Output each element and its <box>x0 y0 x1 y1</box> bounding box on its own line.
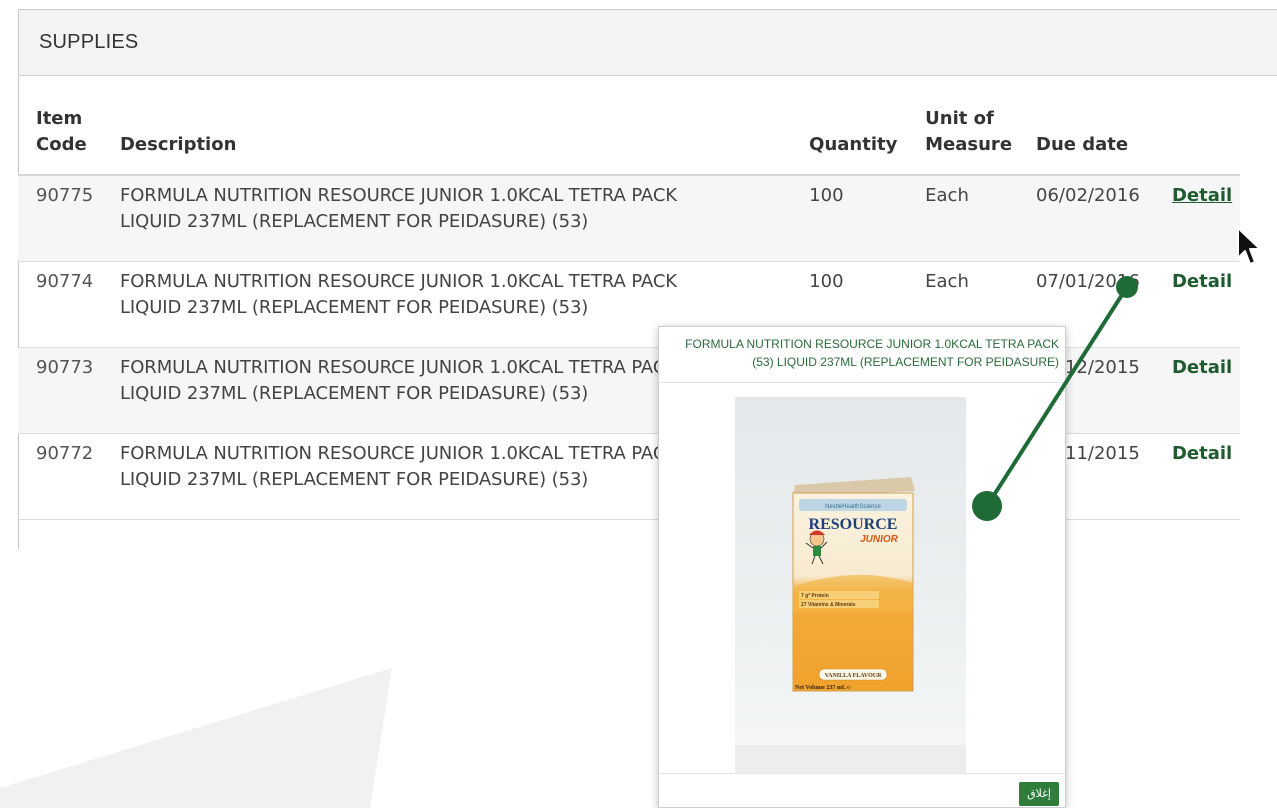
item-description: FORMULA NUTRITION RESOURCE JUNIOR 1.0KCA… <box>101 175 792 262</box>
product-detail-popup: FORMULA NUTRITION RESOURCE JUNIOR 1.0KCA… <box>658 326 1066 808</box>
product-image-secondary <box>735 745 966 773</box>
carton-brand-top: NestléHealthScience <box>825 504 881 510</box>
column-header-description: Description <box>101 100 792 176</box>
product-image: NestléHealthScience RESOURCE JUNIOR 7 g*… <box>735 397 966 745</box>
popup-footer: إغلاق <box>659 773 1065 808</box>
item-quantity: 100 <box>791 175 908 262</box>
item-unit: Each <box>907 175 1019 262</box>
item-actions: Detail <box>1153 347 1240 434</box>
detail-link[interactable]: Detail <box>1172 271 1232 292</box>
column-header-unit-of-measure: Unit of Measure <box>907 100 1019 176</box>
close-button[interactable]: إغلاق <box>1019 782 1059 806</box>
carton-claim-protein: 7 g* Protein <box>801 593 829 599</box>
column-header-actions <box>1153 100 1240 176</box>
carton-sub-brand: JUNIOR <box>860 534 899 545</box>
detail-link[interactable]: Detail <box>1172 443 1232 464</box>
carton-brand: RESOURCE <box>809 516 898 533</box>
product-carton: NestléHealthScience RESOURCE JUNIOR 7 g*… <box>792 477 915 692</box>
column-header-due-date: Due date <box>1018 100 1154 176</box>
item-actions: Detail <box>1153 261 1240 348</box>
popup-title: FORMULA NUTRITION RESOURCE JUNIOR 1.0KCA… <box>659 327 1065 383</box>
carton-flavour: VANILLA FLAVOUR <box>825 673 883 679</box>
column-header-quantity: Quantity <box>791 100 908 176</box>
item-actions: Detail <box>1153 433 1240 520</box>
column-header-item-code: Item Code <box>18 100 102 176</box>
table-row: 90775 FORMULA NUTRITION RESOURCE JUNIOR … <box>18 175 1240 262</box>
item-code: 90774 <box>18 261 102 348</box>
carton-volume: Net Volume 237 mL ℮ <box>795 685 851 691</box>
carton-claim-vitamins: 27 Vitamins & Minerals <box>801 602 856 608</box>
item-actions: Detail <box>1153 175 1240 262</box>
item-code: 90772 <box>18 433 102 520</box>
item-code: 90773 <box>18 347 102 434</box>
detail-link[interactable]: Detail <box>1172 357 1232 378</box>
mouse-cursor-icon <box>1237 227 1261 265</box>
table-header-row: Item Code Description Quantity Unit of Mea… <box>18 100 1240 176</box>
background-shape <box>0 668 392 808</box>
panel-title: SUPPLIES <box>19 10 1277 76</box>
detail-link[interactable]: Detail <box>1172 185 1232 206</box>
item-code: 90775 <box>18 175 102 262</box>
item-due-date: 06/02/2016 <box>1018 175 1154 262</box>
